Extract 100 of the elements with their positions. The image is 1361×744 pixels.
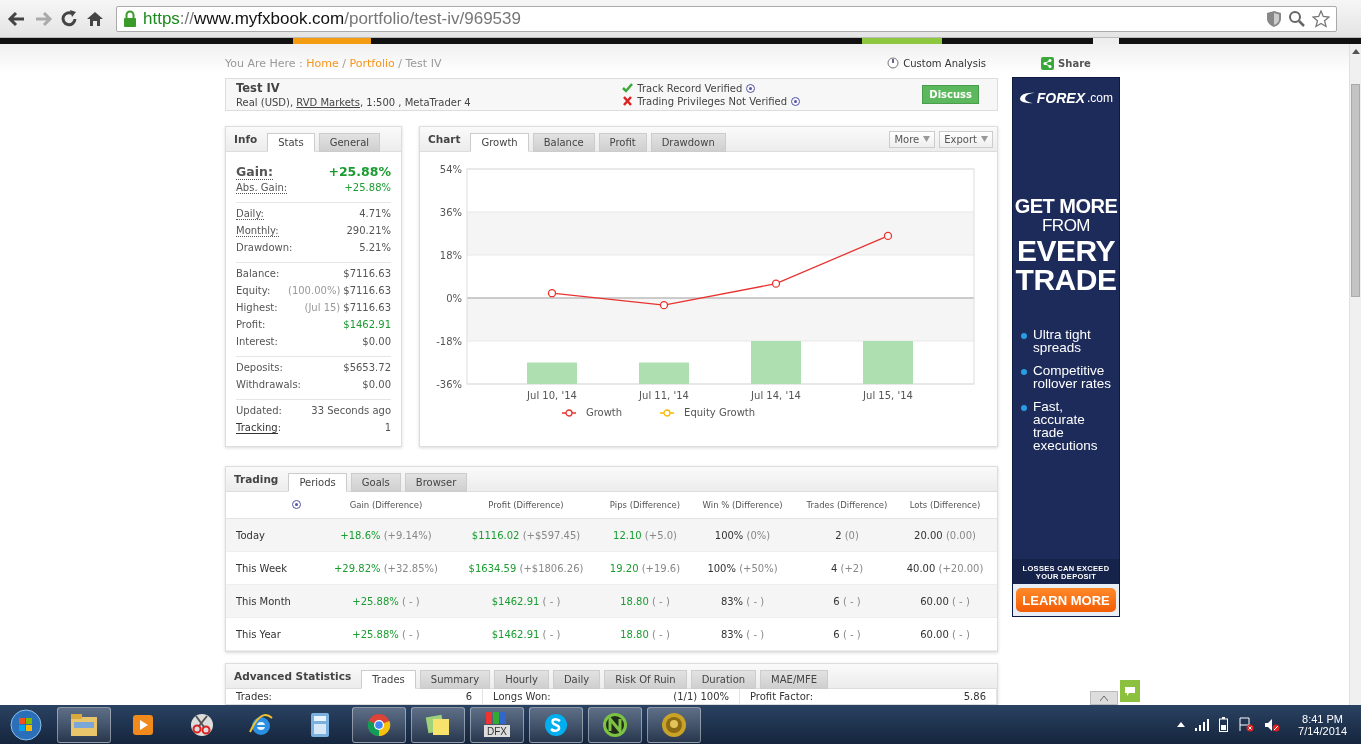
battery-icon[interactable] bbox=[1219, 717, 1229, 732]
muted-speaker-icon[interactable] bbox=[1264, 717, 1281, 732]
verification-text: Trading Privileges Not Verified bbox=[637, 95, 788, 107]
tab[interactable]: Profit bbox=[598, 133, 647, 152]
table-cell-text: 60.00 ( - ) bbox=[919, 595, 971, 607]
tab[interactable]: Hourly bbox=[494, 670, 549, 689]
taskbar-button[interactable] bbox=[57, 706, 111, 743]
flag-icon[interactable] bbox=[1238, 717, 1255, 732]
arrow-up-icon bbox=[1351, 49, 1360, 54]
stat-value: $7116.63 bbox=[343, 285, 391, 296]
stat-label: Drawdown: bbox=[236, 242, 293, 253]
help-icon[interactable] bbox=[746, 83, 756, 93]
tab[interactable]: Trades bbox=[361, 670, 416, 689]
url-text: https://www.myfxbook.com/portfolio/test-iv/969539 bbox=[143, 8, 522, 29]
tab[interactable]: Goals bbox=[350, 473, 401, 492]
search-icon[interactable] bbox=[1288, 9, 1306, 28]
tab[interactable]: Drawdown bbox=[650, 133, 726, 152]
help-icon[interactable] bbox=[291, 499, 301, 509]
point bbox=[659, 301, 669, 310]
chevron-up-icon bbox=[1100, 695, 1108, 701]
tab[interactable]: Risk Of Ruin bbox=[604, 670, 687, 689]
arrow-up-icon[interactable] bbox=[1177, 722, 1186, 727]
calculator-icon bbox=[309, 711, 331, 738]
shield-icon[interactable] bbox=[1266, 9, 1282, 28]
tab[interactable]: General bbox=[318, 133, 381, 152]
tab[interactable]: Balance bbox=[532, 133, 595, 152]
legend-marker bbox=[561, 408, 576, 417]
stat-value: $7116.63 bbox=[343, 302, 391, 313]
table-cell-text: +29.82% (+32.85%) bbox=[333, 562, 439, 574]
tab[interactable]: Growth bbox=[470, 133, 529, 152]
signal-icon[interactable] bbox=[1195, 718, 1210, 731]
bar bbox=[751, 341, 801, 384]
tab[interactable]: Daily bbox=[552, 670, 601, 689]
stat-label: Balance: bbox=[236, 268, 280, 279]
help-icon[interactable] bbox=[791, 96, 801, 106]
axis-tick-label: -36% bbox=[436, 378, 462, 390]
broker-link[interactable]: RVD Markets bbox=[296, 97, 360, 108]
stat-label: Highest: bbox=[236, 302, 278, 313]
address-bar[interactable]: https://www.myfxbook.com/portfolio/test-iv/969539 bbox=[116, 5, 1337, 32]
stat-label: Gain: bbox=[236, 164, 273, 180]
stat-label-colon: : bbox=[277, 422, 281, 433]
dropdown-button[interactable]: More bbox=[889, 130, 936, 148]
skype-icon bbox=[543, 711, 569, 738]
tab[interactable]: Periods bbox=[288, 473, 347, 492]
axis-tick-label: 0% bbox=[446, 292, 462, 304]
scrollbar[interactable] bbox=[1349, 44, 1361, 705]
tab[interactable]: Stats bbox=[267, 133, 315, 152]
chrome-icon bbox=[366, 711, 392, 738]
stat-value: 5.21% bbox=[359, 242, 391, 253]
custom-analysis-link[interactable]: Custom Analysis bbox=[887, 57, 986, 69]
legend-marker bbox=[660, 408, 675, 417]
column-header: Pips (Difference) bbox=[608, 500, 682, 510]
point bbox=[771, 279, 781, 288]
table-cell-text: +18.6% (+9.14%) bbox=[339, 529, 433, 541]
clock-date[interactable]: 7/14/2014 bbox=[1298, 724, 1347, 737]
column-header: Lots (Difference) bbox=[908, 500, 982, 510]
star-icon[interactable] bbox=[1312, 9, 1330, 28]
bullet-dot bbox=[1021, 405, 1027, 411]
verification-text: Track Record Verified bbox=[637, 82, 743, 94]
table-cell-text: $1462.91 ( - ) bbox=[490, 628, 562, 640]
stat-value: 4.71% bbox=[359, 208, 391, 219]
stat-label: Profit Factor: bbox=[750, 691, 814, 702]
taskbar-button[interactable] bbox=[647, 706, 701, 743]
stat-label: Equity: bbox=[236, 285, 271, 296]
stat-value: (1/1) 100% bbox=[673, 691, 729, 702]
panel-title: Info bbox=[234, 133, 258, 145]
taskbar-button[interactable]: DFX bbox=[470, 706, 524, 743]
tab[interactable]: Duration bbox=[690, 670, 757, 689]
stat-value: $0.00 bbox=[362, 336, 391, 347]
stat-value: $5653.72 bbox=[343, 362, 391, 373]
dial-icon bbox=[887, 57, 900, 69]
table-cell-text: +25.88% ( - ) bbox=[351, 595, 421, 607]
ad-headline: TRADE bbox=[1015, 265, 1117, 294]
taskbar-button[interactable] bbox=[588, 706, 642, 743]
share-link[interactable]: Share bbox=[1012, 54, 1120, 72]
tab[interactable]: Browser bbox=[404, 473, 468, 492]
logo-text: .com bbox=[1087, 91, 1113, 105]
stat-label: Updated: bbox=[236, 405, 282, 416]
clock-time[interactable]: 8:41 PM bbox=[1302, 712, 1343, 725]
taskbar-button[interactable] bbox=[411, 706, 465, 743]
table-cell-text: 18.80 ( - ) bbox=[619, 595, 671, 607]
taskbar-button[interactable] bbox=[529, 706, 583, 743]
caret-icon bbox=[981, 136, 988, 142]
tab[interactable]: Summary bbox=[419, 670, 491, 689]
legend-label: Growth bbox=[585, 407, 623, 418]
taskbar-button[interactable] bbox=[352, 706, 406, 743]
table-cell-text: 4 (+2) bbox=[829, 562, 865, 574]
table-cell-text: $1462.91 ( - ) bbox=[490, 595, 562, 607]
dropdown-button[interactable]: Export bbox=[939, 130, 993, 148]
stat-link[interactable]: Tracking bbox=[236, 422, 278, 434]
account-name: Test IV bbox=[236, 81, 281, 95]
stat-value: 290.21% bbox=[346, 225, 391, 236]
tab[interactable]: MAE/MFE bbox=[760, 670, 828, 689]
stat-label: Abs. Gain: bbox=[236, 182, 288, 194]
scrollbar-thumb[interactable] bbox=[1351, 84, 1360, 297]
stat-label: Longs Won: bbox=[493, 691, 551, 702]
table-cell-text: 100% (+50%) bbox=[706, 562, 779, 574]
table-cell-text: 6 ( - ) bbox=[832, 628, 862, 640]
stat-label: Monthly: bbox=[236, 225, 279, 237]
ad-headline: GET MORE bbox=[1014, 196, 1118, 216]
